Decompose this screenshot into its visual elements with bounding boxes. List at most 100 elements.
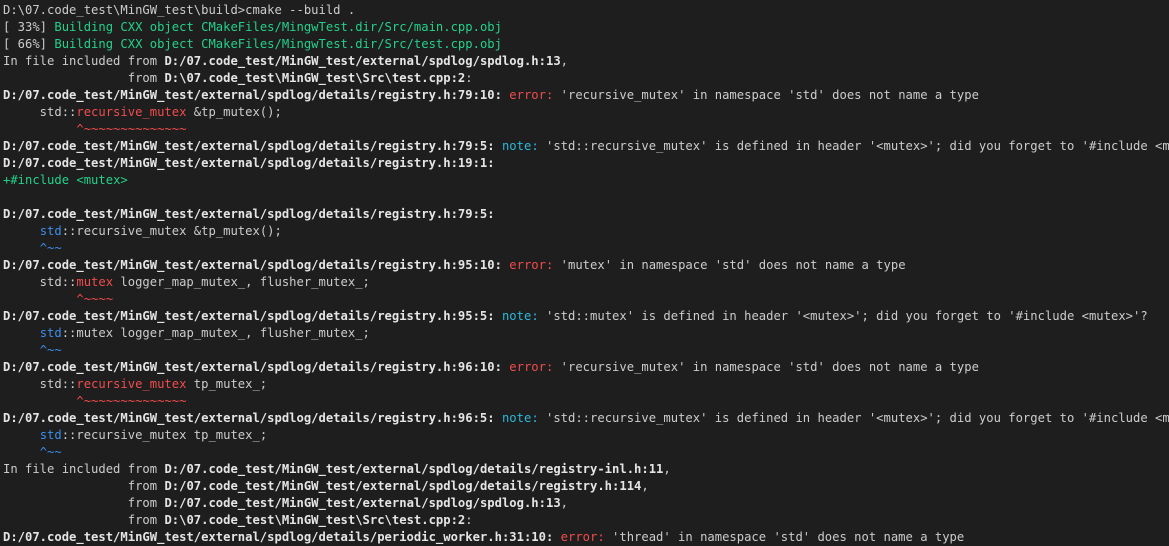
terminal-line: In file included from D:/07.code_test/Mi… [3, 461, 1169, 478]
terminal-line: ^~~~~~~~~~~~~~~ [3, 393, 1169, 410]
text-plain: : [465, 513, 473, 527]
terminal-line: D:/07.code_test/MinGW_test/external/spdl… [3, 206, 1169, 223]
text-blue: std [39, 326, 62, 340]
text-blue: ^~~ [39, 445, 62, 459]
terminal-line: [ 33%] Building CXX object CMakeFiles/Mi… [3, 19, 1169, 36]
text-plain [3, 445, 40, 459]
text-plain: , [663, 462, 671, 476]
terminal-line: from D:/07.code_test/MinGW_test/external… [3, 495, 1169, 512]
text-plain: ::recursive_mutex &tp_mutex(); [61, 224, 282, 238]
text-plain: 'recursive_mutex' in namespace 'std' doe… [553, 88, 979, 102]
text-blue: std [39, 428, 62, 442]
text-plain: std:: [3, 377, 77, 391]
terminal-line: ^~~~~ [3, 291, 1169, 308]
terminal-line: std::recursive_mutex tp_mutex_; [3, 427, 1169, 444]
terminal-line: D:/07.code_test/MinGW_test/external/spdl… [3, 87, 1169, 104]
text-plain: std:: [3, 105, 77, 119]
text-bold: D:\07.code_test\MinGW_test\Src\test.cpp:… [164, 71, 466, 85]
terminal-line: std::mutex logger_map_mutex_, flusher_mu… [3, 325, 1169, 342]
text-blue: ^~~ [39, 241, 62, 255]
text-plain: 'std::recursive_mutex' is defined in hea… [538, 139, 1169, 153]
text-red: ^~~~~~~~~~~~~~~ [76, 122, 187, 136]
text-blue: std [39, 224, 62, 238]
text-plain: , [560, 496, 569, 510]
text-plain [3, 241, 40, 255]
terminal-line: D:/07.code_test/MinGW_test/external/spdl… [3, 359, 1169, 376]
text-plain: std:: [3, 275, 77, 289]
text-plain: In file included from [3, 462, 165, 476]
text-red: error: [509, 258, 554, 272]
terminal-line: from D:\07.code_test\MinGW_test\Src\test… [3, 512, 1169, 529]
terminal-line: [ 66%] Building CXX object CMakeFiles/Mi… [3, 36, 1169, 53]
text-plain [3, 292, 76, 306]
text-plain: [ 66%] [3, 37, 55, 51]
terminal-line: D:/07.code_test/MinGW_test/external/spdl… [3, 138, 1169, 155]
text-plain [495, 139, 502, 153]
text-bold: D:/07.code_test/MinGW_test/external/spdl… [3, 88, 502, 102]
text-plain: from [3, 496, 165, 510]
terminal-line: +#include <mutex> [3, 172, 1169, 189]
text-plain: 'recursive_mutex' in namespace 'std' doe… [553, 360, 979, 374]
text-plain [3, 326, 40, 340]
text-bold: D:/07.code_test/MinGW_test/external/spdl… [3, 530, 554, 544]
text-cyan: note: [501, 309, 539, 323]
terminal-output[interactable]: D:\07.code_test\MinGW_test\build>cmake -… [0, 0, 1169, 546]
text-cyan: note: [501, 139, 539, 153]
text-plain: 'std::mutex' is defined in header '<mute… [538, 309, 1148, 323]
terminal-line: D:/07.code_test/MinGW_test/external/spdl… [3, 529, 1169, 546]
text-red: ^~~~~ [76, 292, 114, 306]
text-plain: [ 33%] [3, 20, 55, 34]
text-bold: D:/07.code_test/MinGW_test/external/spdl… [164, 462, 664, 476]
text-plain: In file included from [3, 54, 165, 68]
text-plain: from [3, 479, 165, 493]
text-blue: ^~~ [39, 343, 62, 357]
text-plain: from [3, 513, 165, 527]
terminal-line [3, 189, 1169, 206]
text-bold: D:/07.code_test/MinGW_test/external/spdl… [3, 139, 495, 153]
terminal-line: std::mutex logger_map_mutex_, flusher_mu… [3, 274, 1169, 291]
text-bold: D:\07.code_test\MinGW_test\Src\test.cpp:… [164, 513, 466, 527]
terminal-line: from D:/07.code_test/MinGW_test/external… [3, 478, 1169, 495]
text-plain: ::mutex logger_map_mutex_, flusher_mutex… [61, 326, 370, 340]
text-bold: D:/07.code_test/MinGW_test/external/spdl… [3, 411, 495, 425]
text-red: error: [560, 530, 605, 544]
text-green: Building CXX object CMakeFiles/MingwTest… [54, 37, 502, 51]
text-plain: tp_mutex_; [186, 377, 268, 391]
text-plain: , [560, 54, 569, 68]
terminal-line: std::recursive_mutex &tp_mutex(); [3, 104, 1169, 121]
terminal-line: D:/07.code_test/MinGW_test/external/spdl… [3, 308, 1169, 325]
text-bold: D:/07.code_test/MinGW_test/external/spdl… [3, 156, 495, 170]
text-bold: D:/07.code_test/MinGW_test/external/spdl… [3, 207, 495, 221]
terminal-line: ^~~ [3, 240, 1169, 257]
text-bold: D:/07.code_test/MinGW_test/external/spdl… [3, 360, 502, 374]
terminal-line: In file included from D:/07.code_test/Mi… [3, 53, 1169, 70]
text-plain: 'mutex' in namespace 'std' does not name… [553, 258, 906, 272]
text-bold: D:/07.code_test/MinGW_test/external/spdl… [164, 479, 642, 493]
terminal-line: D:\07.code_test\MinGW_test\build>cmake -… [3, 2, 1169, 19]
text-red: recursive_mutex [76, 377, 187, 391]
text-plain: , [641, 479, 649, 493]
text-red: mutex [76, 275, 114, 289]
text-plain [495, 309, 502, 323]
terminal-line: D:/07.code_test/MinGW_test/external/spdl… [3, 257, 1169, 274]
text-plain: logger_map_mutex_, flusher_mutex_; [113, 275, 370, 289]
text-plain [3, 224, 40, 238]
text-cyan: note: [501, 411, 539, 425]
text-plain [3, 428, 40, 442]
text-plain [3, 343, 40, 357]
text-green: #include <mutex> [10, 173, 128, 187]
text-bold: D:/07.code_test/MinGW_test/external/spdl… [164, 54, 561, 68]
text-green: Building CXX object CMakeFiles/MingwTest… [54, 20, 502, 34]
text-bold: D:/07.code_test/MinGW_test/external/spdl… [3, 309, 495, 323]
text-plain [3, 122, 76, 136]
text-plain [495, 411, 502, 425]
text-red: recursive_mutex [76, 105, 187, 119]
text-plain: from [3, 71, 165, 85]
terminal-line: from D:\07.code_test\MinGW_test\Src\test… [3, 70, 1169, 87]
terminal-line: std::recursive_mutex tp_mutex_; [3, 376, 1169, 393]
text-red: ^~~~~~~~~~~~~~~ [76, 394, 187, 408]
text-plain: 'std::recursive_mutex' is defined in hea… [538, 411, 1169, 425]
text-plain: : [465, 71, 473, 85]
terminal-line: D:/07.code_test/MinGW_test/external/spdl… [3, 410, 1169, 427]
text-plain [3, 394, 76, 408]
